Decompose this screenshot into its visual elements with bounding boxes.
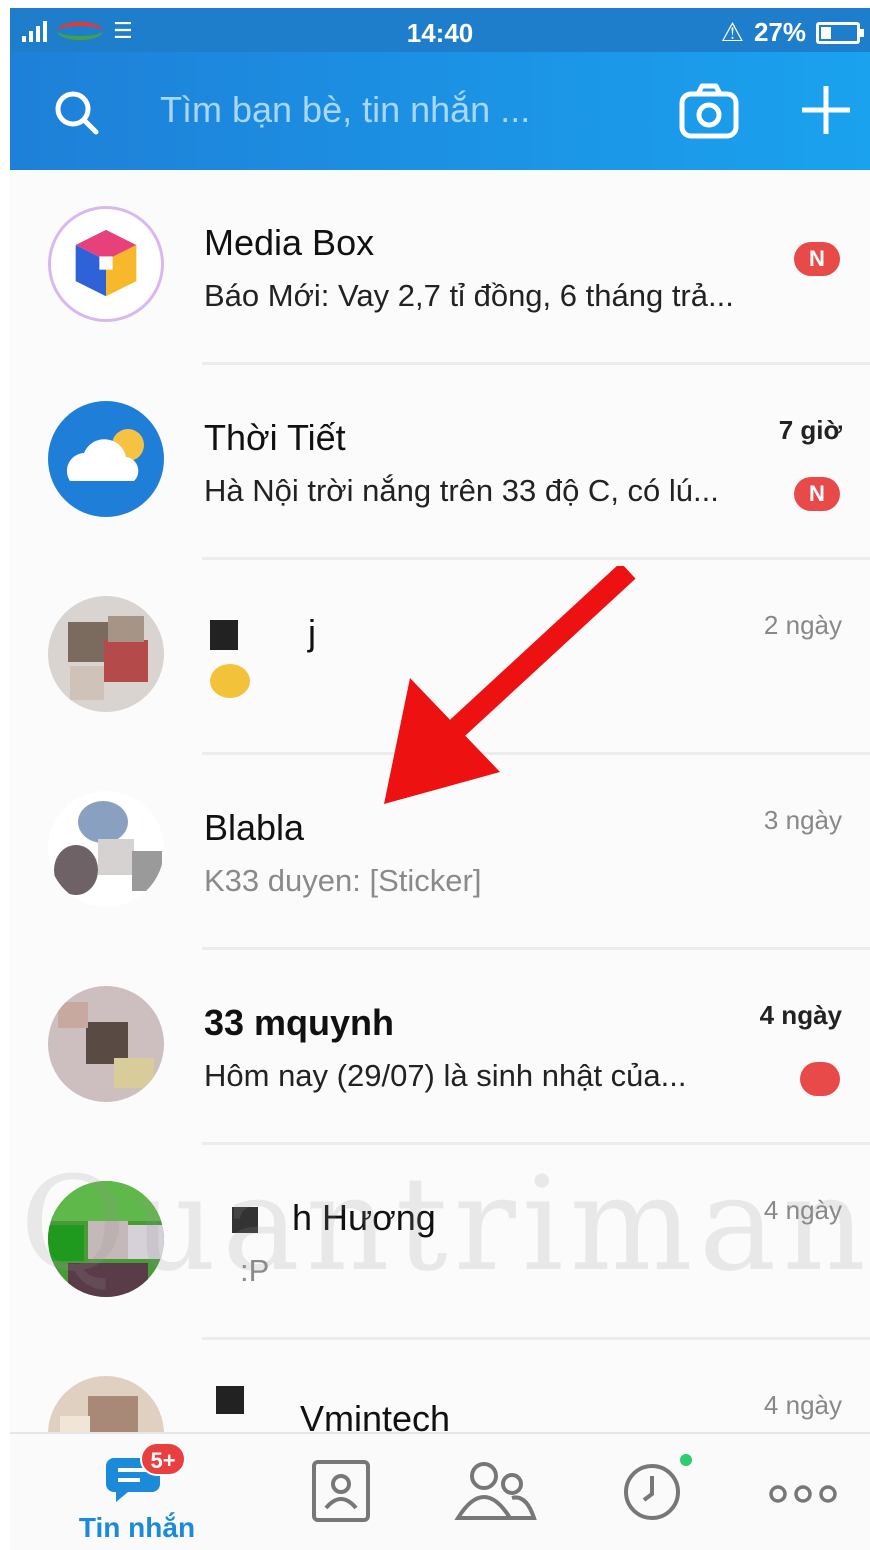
conversation-time: 3 ngày: [763, 805, 842, 835]
conversation-time: 4 ngày: [763, 1390, 842, 1420]
new-badge: N: [794, 477, 840, 511]
user-photo: [48, 596, 164, 712]
group-photo: [48, 791, 164, 907]
contacts-icon: [312, 1460, 370, 1522]
conversation-preview: Báo Mới: Vay 2,7 tỉ đồng, 6 tháng trả...: [204, 278, 734, 313]
media-box-logo-icon: [48, 206, 164, 322]
groups-icon: [454, 1462, 537, 1520]
conversation-time: 4 ngày: [763, 1195, 842, 1225]
bottom-navigation: 5+ Tin nhắn: [10, 1432, 870, 1550]
tab-messages[interactable]: 5+ Tin nhắn: [62, 1434, 212, 1550]
conversation-list: Media Box Báo Mới: Vay 2,7 tỉ đồng, 6 th…: [10, 170, 870, 1432]
conversation-name: Media Box: [204, 222, 375, 263]
status-bar: ☰ 14:40 ⚠ 27%: [10, 8, 870, 52]
search-icon[interactable]: [52, 88, 100, 136]
conversation-time: 7 giờ: [778, 415, 842, 445]
user-photo: [48, 1376, 164, 1432]
plus-icon[interactable]: [796, 80, 856, 140]
conversation-name: Blabla: [204, 807, 305, 848]
app-header: [10, 52, 870, 170]
camera-icon[interactable]: [678, 80, 740, 142]
conversation-item[interactable]: j 2 ngày: [10, 560, 870, 755]
conversation-item[interactable]: Thời Tiết Hà Nội trời nắng trên 33 độ C,…: [10, 365, 870, 560]
search-input[interactable]: [160, 82, 580, 138]
unread-count-badge: 5+: [140, 1442, 186, 1476]
conversation-item[interactable]: h Hương :P 4 ngày: [10, 1145, 870, 1340]
battery-icon: [816, 21, 864, 44]
phone-screen: ☰ 14:40 ⚠ 27% Tìm bạn bè, tin nhắn ... M…: [10, 8, 870, 1550]
unread-badge: [800, 1062, 840, 1096]
conversation-time: 2 ngày: [763, 610, 842, 640]
emoji-sticker-icon: [210, 664, 250, 698]
weather-cloud-sun-icon: [48, 401, 164, 517]
user-photo: [48, 986, 164, 1102]
more-icon: [769, 1485, 837, 1503]
conversation-name: 33 mquynh: [204, 1002, 395, 1043]
tab-messages-label: Tin nhắn: [78, 1512, 196, 1543]
conversation-name: Vmintech: [300, 1398, 451, 1432]
conversation-name-text: h Hương: [292, 1197, 436, 1238]
conversation-preview: K33 duyen: [Sticker]: [204, 863, 482, 898]
tab-contacts[interactable]: [266, 1434, 416, 1550]
conversation-name-text: j: [308, 612, 317, 653]
conversation-item[interactable]: Blabla K33 duyen: [Sticker] 3 ngày: [10, 755, 870, 950]
redacted-block: [216, 1386, 244, 1414]
tab-more[interactable]: [730, 1434, 870, 1550]
battery-percent: 27%: [753, 17, 806, 47]
conversation-preview: :P: [240, 1253, 270, 1288]
conversation-preview: Hôm nay (29/07) là sinh nhật của...: [204, 1058, 687, 1093]
conversation-time: 4 ngày: [759, 1000, 842, 1030]
user-photo: [48, 1181, 164, 1297]
clock-icon: [624, 1464, 680, 1520]
status-right: ⚠ 27%: [720, 17, 864, 48]
conversation-item[interactable]: 33 mquynh Hôm nay (29/07) là sinh nhật c…: [10, 950, 870, 1145]
tab-groups[interactable]: [420, 1434, 570, 1550]
tab-timeline[interactable]: [576, 1434, 726, 1550]
alarm-icon: ⚠: [720, 17, 744, 47]
conversation-item[interactable]: Vmintech 4 ngày: [10, 1340, 870, 1432]
conversation-name: h Hương: [210, 1197, 436, 1239]
new-activity-dot: [680, 1454, 692, 1466]
conversation-name: Thời Tiết: [204, 417, 346, 458]
conversation-item[interactable]: Media Box Báo Mới: Vay 2,7 tỉ đồng, 6 th…: [10, 170, 870, 365]
conversation-preview: Hà Nội trời nắng trên 33 độ C, có lú...: [204, 473, 719, 508]
new-badge: N: [794, 242, 840, 276]
conversation-name: j: [210, 612, 316, 654]
